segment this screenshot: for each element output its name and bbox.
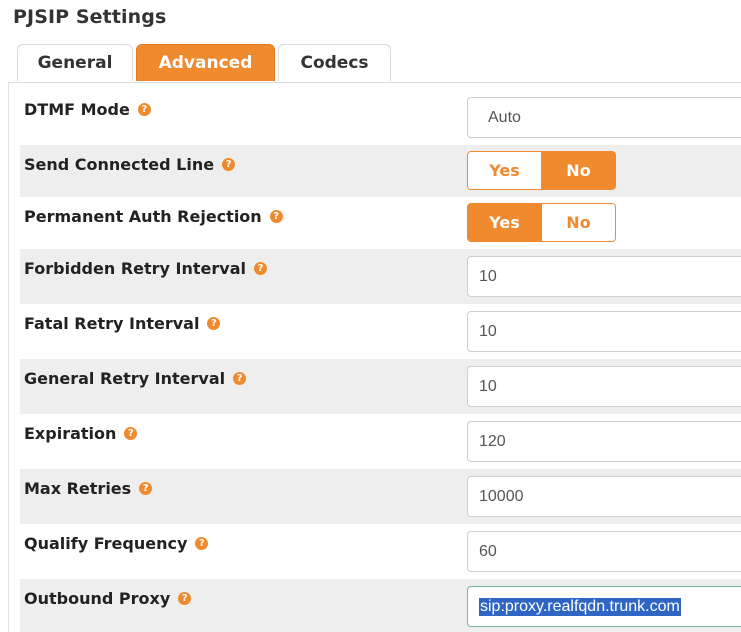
- setting-row-permanent-auth-rejection: Permanent Auth Rejection ? Yes No: [20, 197, 741, 249]
- tab-bar: General Advanced Codecs: [17, 44, 394, 83]
- help-icon[interactable]: ?: [222, 158, 236, 171]
- setting-row-forbidden-retry-interval: Forbidden Retry Interval ? 10: [20, 249, 741, 304]
- setting-row-expiration: Expiration ? 120: [20, 414, 741, 469]
- help-icon[interactable]: ?: [195, 537, 209, 550]
- setting-label: Permanent Auth Rejection ?: [24, 207, 283, 226]
- forbidden-retry-interval-input[interactable]: 10: [467, 256, 741, 297]
- qualify-frequency-input[interactable]: 60: [467, 531, 741, 572]
- tab-divider: [8, 82, 741, 83]
- send-connected-line-yes-button[interactable]: Yes: [468, 152, 541, 189]
- setting-label: Fatal Retry Interval ?: [24, 314, 221, 333]
- help-icon[interactable]: ?: [233, 372, 247, 385]
- outbound-proxy-value: sip:proxy.realfqdn.trunk.com: [479, 597, 681, 616]
- outbound-proxy-input[interactable]: sip:proxy.realfqdn.trunk.com: [467, 586, 741, 627]
- setting-label: Max Retries ?: [24, 479, 153, 498]
- setting-label: Qualify Frequency ?: [24, 534, 209, 553]
- permanent-auth-rejection-no-button[interactable]: No: [541, 204, 615, 241]
- send-connected-line-no-button[interactable]: No: [541, 152, 615, 189]
- setting-row-max-retries: Max Retries ? 10000: [20, 469, 741, 524]
- setting-label: Outbound Proxy ?: [24, 589, 192, 608]
- help-icon[interactable]: ?: [139, 482, 153, 495]
- send-connected-line-toggle: Yes No: [467, 151, 616, 190]
- tab-advanced[interactable]: Advanced: [136, 44, 275, 81]
- help-icon[interactable]: ?: [178, 592, 192, 605]
- panel-border: [8, 82, 9, 632]
- setting-label: General Retry Interval ?: [24, 369, 247, 388]
- general-retry-interval-input[interactable]: 10: [467, 366, 741, 407]
- expiration-input[interactable]: 120: [467, 421, 741, 462]
- help-icon[interactable]: ?: [253, 262, 267, 275]
- help-icon[interactable]: ?: [124, 427, 138, 440]
- permanent-auth-rejection-toggle: Yes No: [467, 203, 616, 242]
- setting-row-fatal-retry-interval: Fatal Retry Interval ? 10: [20, 304, 741, 359]
- max-retries-input[interactable]: 10000: [467, 476, 741, 517]
- page-title: PJSIP Settings: [13, 6, 167, 28]
- dtmf-mode-select[interactable]: Auto: [467, 97, 741, 138]
- setting-row-dtmf-mode: DTMF Mode ? Auto: [20, 90, 741, 145]
- fatal-retry-interval-input[interactable]: 10: [467, 311, 741, 352]
- setting-row-qualify-frequency: Qualify Frequency ? 60: [20, 524, 741, 579]
- setting-label: Send Connected Line ?: [24, 155, 236, 174]
- permanent-auth-rejection-yes-button[interactable]: Yes: [468, 204, 541, 241]
- setting-row-send-connected-line: Send Connected Line ? Yes No: [20, 145, 741, 197]
- setting-label: DTMF Mode ?: [24, 100, 151, 119]
- help-icon[interactable]: ?: [207, 317, 221, 330]
- setting-row-outbound-proxy: Outbound Proxy ? sip:proxy.realfqdn.trun…: [20, 579, 741, 632]
- help-icon[interactable]: ?: [137, 103, 151, 116]
- tab-general[interactable]: General: [17, 44, 133, 81]
- setting-row-general-retry-interval: General Retry Interval ? 10: [20, 359, 741, 414]
- setting-label: Forbidden Retry Interval ?: [24, 259, 267, 278]
- setting-label: Expiration ?: [24, 424, 138, 443]
- help-icon[interactable]: ?: [269, 210, 283, 223]
- tab-codecs[interactable]: Codecs: [278, 44, 391, 81]
